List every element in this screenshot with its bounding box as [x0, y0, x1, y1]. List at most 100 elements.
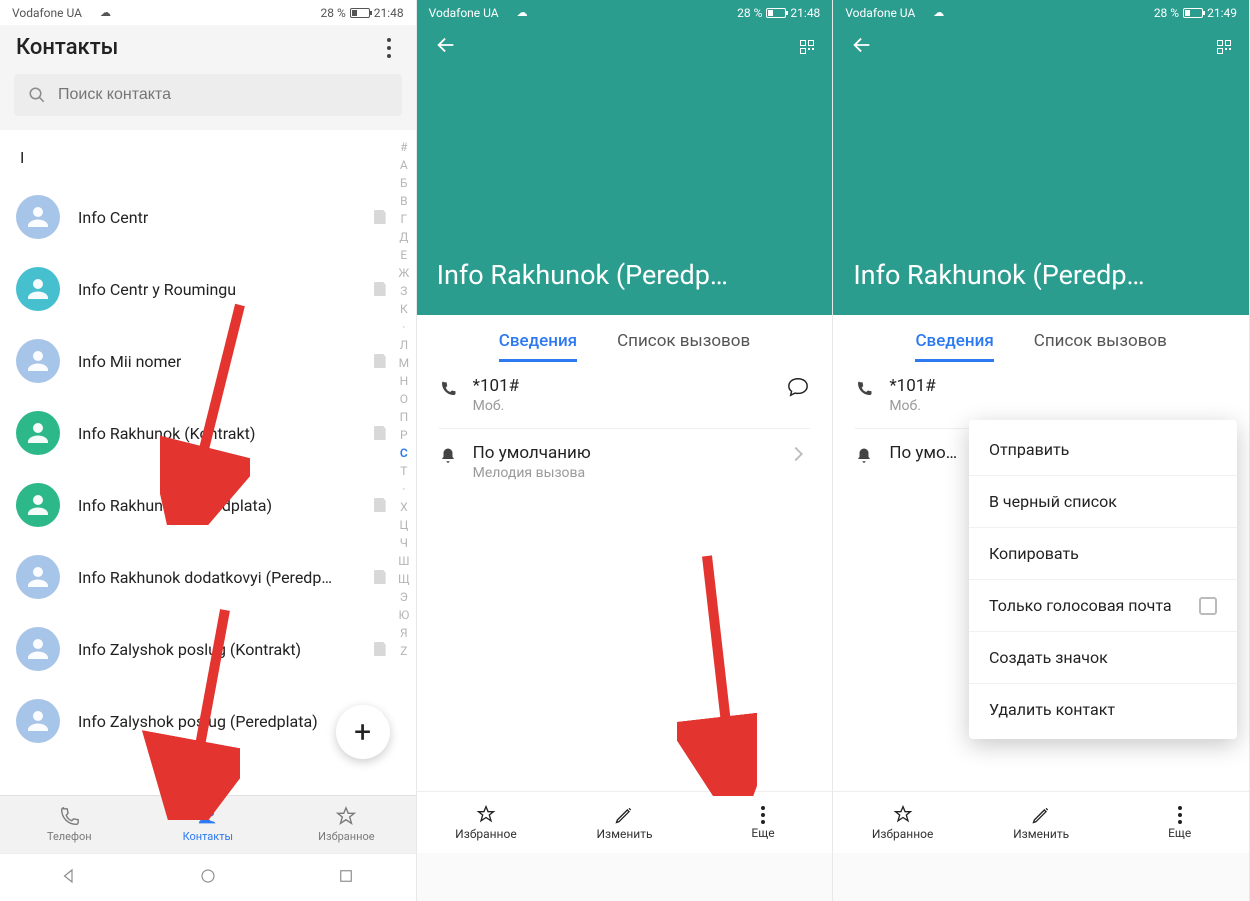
tab-contacts[interactable]: Контакты: [139, 796, 278, 853]
edit-icon: [1031, 805, 1051, 825]
contact-row[interactable]: Info Rakhunok (Kontrakt): [16, 397, 386, 469]
phone-type: Моб.: [473, 398, 771, 414]
menu-voicemail-only[interactable]: Только голосовая почта: [969, 579, 1237, 631]
status-bar: Vodafone UA ☁ 28 % 21:48: [0, 0, 416, 25]
action-bar: Избранное Изменить Еще: [833, 791, 1249, 853]
more-icon: [752, 806, 774, 824]
edit-button[interactable]: Изменить: [972, 792, 1111, 853]
phone-number: *101#: [889, 376, 1227, 396]
app-header: Контакты: [0, 25, 416, 66]
ringtone-row[interactable]: По умолчанию Мелодия вызова: [417, 429, 833, 495]
phone-type: Моб.: [889, 398, 1227, 414]
contact-row[interactable]: Info Zalyshok poslug (Peredplata): [16, 685, 386, 757]
contact-row[interactable]: Info Rakhunok (Peredplata): [16, 469, 386, 541]
contact-name: Info Centr y Roumingu: [78, 280, 236, 299]
sim-icon: [374, 570, 386, 584]
star-icon: [335, 806, 357, 828]
action-bar: Избранное Изменить Еще: [417, 791, 833, 853]
menu-send[interactable]: Отправить: [969, 424, 1237, 475]
sim-icon: [374, 498, 386, 512]
sim-icon: [374, 210, 386, 224]
detail-tabs: Сведения Список вызовов: [417, 315, 833, 362]
phone-row[interactable]: *101# Моб.: [417, 362, 833, 428]
checkbox[interactable]: [1199, 597, 1217, 615]
more-button[interactable]: Еще: [1110, 792, 1249, 853]
contact-row[interactable]: Info Mii nomer: [16, 325, 386, 397]
alphabet-index[interactable]: # А Б В Г Д Е Ж З К · Л М Н О П Р С Т · …: [398, 140, 410, 658]
cloud-icon: ☁: [517, 6, 528, 19]
tab-call-log[interactable]: Список вызовов: [1034, 331, 1167, 362]
battery-pct: 28 %: [321, 6, 346, 20]
back-nav-icon[interactable]: [60, 867, 78, 889]
tab-phone[interactable]: Телефон: [0, 796, 139, 853]
tab-favorites[interactable]: Избранное: [277, 796, 416, 853]
qr-icon[interactable]: [1217, 40, 1231, 54]
home-nav-icon[interactable]: [199, 867, 217, 889]
contact-name: Info Centr: [78, 208, 148, 227]
phone-number: *101#: [473, 376, 771, 396]
avatar: [16, 555, 60, 599]
battery-icon: [1183, 8, 1203, 18]
more-button[interactable]: Еще: [694, 792, 833, 853]
ringtone-label: Мелодия вызова: [473, 465, 771, 481]
chevron-right-icon: [786, 443, 810, 465]
carrier-label: Vodafone UA: [12, 6, 82, 20]
menu-blacklist[interactable]: В черный список: [969, 475, 1237, 527]
contact-title: Info Rakhunok (Peredp…: [417, 259, 833, 315]
phone-row[interactable]: *101# Моб.: [833, 362, 1249, 428]
contact-name: Info Zalyshok poslug (Peredplata): [78, 712, 318, 731]
back-button[interactable]: [851, 34, 873, 60]
sim-icon: [374, 282, 386, 296]
edit-icon: [614, 805, 634, 825]
contact-row[interactable]: Info Centr: [16, 181, 386, 253]
phone-icon: [439, 380, 457, 402]
bell-icon: [855, 447, 873, 469]
contact-row[interactable]: Info Rakhunok dodatkovyi (Peredp…: [16, 541, 386, 613]
sim-icon: [374, 642, 386, 656]
contact-row[interactable]: Info Zalyshok poslug (Kontrakt): [16, 613, 386, 685]
favorite-button[interactable]: Избранное: [417, 792, 556, 853]
contacts-icon: [197, 806, 219, 828]
avatar: [16, 267, 60, 311]
tab-info[interactable]: Сведения: [915, 331, 993, 362]
tab-info[interactable]: Сведения: [499, 331, 577, 362]
avatar: [16, 195, 60, 239]
menu-delete-contact[interactable]: Удалить контакт: [969, 683, 1237, 735]
bottom-navigation: Телефон Контакты Избранное: [0, 795, 416, 853]
context-menu: Отправить В черный список Копировать Тол…: [969, 420, 1237, 739]
avatar: [16, 411, 60, 455]
section-header: I: [16, 142, 386, 181]
favorite-button[interactable]: Избранное: [833, 792, 972, 853]
tab-call-log[interactable]: Список вызовов: [617, 331, 750, 362]
add-contact-fab[interactable]: +: [336, 705, 390, 759]
clock: 21:48: [374, 6, 404, 20]
contact-name: Info Rakhunok (Peredplata): [78, 496, 272, 515]
recents-nav-icon[interactable]: [337, 867, 355, 889]
cloud-icon: ☁: [100, 6, 111, 19]
menu-create-shortcut[interactable]: Создать значок: [969, 631, 1237, 683]
menu-copy[interactable]: Копировать: [969, 527, 1237, 579]
detail-tabs: Сведения Список вызовов: [833, 315, 1249, 362]
sim-icon: [374, 426, 386, 440]
contact-row[interactable]: Info Centr y Roumingu: [16, 253, 386, 325]
overflow-menu-icon[interactable]: [378, 38, 400, 58]
system-nav-bar: [0, 853, 416, 901]
contacts-list[interactable]: I Info Centr Info Centr y Roumingu Info …: [0, 130, 416, 795]
more-icon: [1169, 806, 1191, 824]
qr-icon[interactable]: [800, 40, 814, 54]
avatar: [16, 483, 60, 527]
annotation-arrow: [677, 546, 757, 796]
page-title: Контакты: [16, 35, 118, 60]
bell-icon: [439, 447, 457, 469]
system-nav-bar: [417, 853, 833, 901]
edit-button[interactable]: Изменить: [555, 792, 694, 853]
contact-title: Info Rakhunok (Peredp…: [833, 259, 1249, 315]
message-icon[interactable]: [786, 376, 810, 398]
phone-icon: [855, 380, 873, 402]
search-icon: [28, 86, 46, 104]
avatar: [16, 627, 60, 671]
sim-icon: [374, 354, 386, 368]
contact-name: Info Mii nomer: [78, 352, 181, 371]
search-input[interactable]: [14, 74, 402, 116]
back-button[interactable]: [435, 34, 457, 60]
